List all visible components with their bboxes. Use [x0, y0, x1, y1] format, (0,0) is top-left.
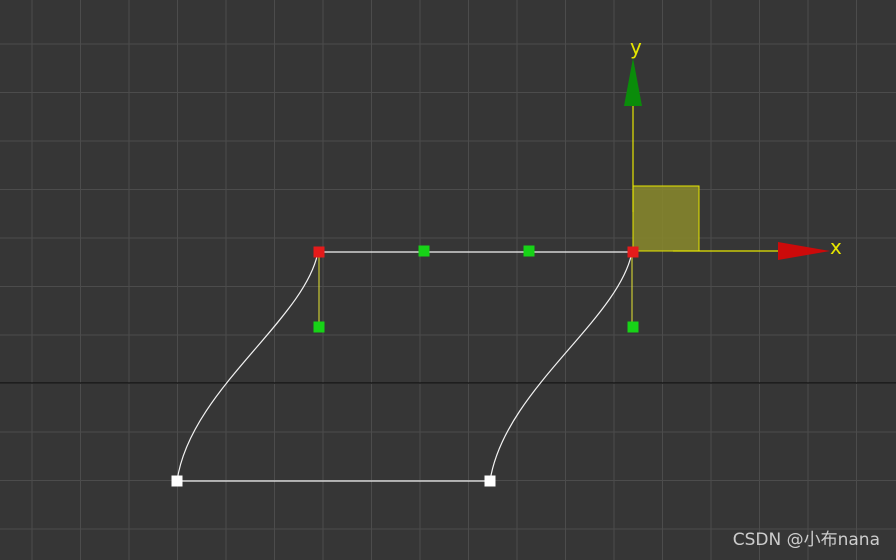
viewport-svg[interactable]: [0, 0, 896, 560]
gizmo-y-arrow-icon[interactable]: [624, 58, 642, 106]
tangent-handle-right-down[interactable]: [627, 321, 639, 333]
vertex-selected-right[interactable]: [627, 246, 639, 258]
vertex-selected-left[interactable]: [313, 246, 325, 258]
gizmo-x-arrow-icon[interactable]: [778, 242, 830, 260]
watermark-text: CSDN @小布nana: [732, 530, 880, 550]
vertex-bottom-right[interactable]: [484, 475, 496, 487]
tangent-handles[interactable]: [313, 245, 639, 333]
vertex-bottom-left[interactable]: [171, 475, 183, 487]
gizmo-xy-plane[interactable]: [632, 185, 700, 252]
viewport-canvas[interactable]: y x CSDN @小布nana: [0, 0, 896, 560]
tangent-handle-left-down[interactable]: [313, 321, 325, 333]
viewport-grid: [0, 0, 896, 560]
gizmo-y-label: y: [630, 35, 642, 59]
spline-vertices[interactable]: [171, 246, 639, 487]
gizmo-x-label: x: [830, 235, 842, 259]
tangent-handle-top-left[interactable]: [418, 245, 430, 257]
tangent-handle-top-right[interactable]: [523, 245, 535, 257]
move-gizmo[interactable]: [624, 58, 830, 260]
